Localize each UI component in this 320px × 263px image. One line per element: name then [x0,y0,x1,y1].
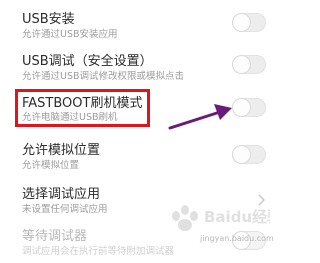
setting-subtitle: 允许模拟位置 [22,160,80,171]
annotation-highlight-box [15,89,150,127]
setting-row-usb-install[interactable]: USB安装 允许通过USB安装应用 [0,5,281,45]
usb-debug-security-toggle[interactable] [232,55,266,74]
toggle-knob [233,14,250,31]
setting-subtitle: 调试应用会在执行前等待附加调试器 [22,246,175,257]
setting-title: 等待调试器 [22,229,88,244]
watermark-url: jingyan.baidu.com [200,234,274,243]
toggle-knob [233,146,250,163]
setting-title: 选择调试应用 [22,187,101,202]
setting-subtitle: 允许通过USB安装应用 [22,29,118,40]
setting-subtitle: 未设置任何调试应用 [22,204,108,215]
pointer-arrow-icon [168,104,232,130]
setting-title: USB调试（安全设置） [22,54,153,69]
setting-row-mock-location[interactable]: 允许模拟位置 允许模拟位置 [0,137,281,177]
setting-title: 允许模拟位置 [22,143,101,158]
setting-subtitle: 允许通过USB调试修改权限或模拟点击 [22,71,185,82]
usb-install-toggle[interactable] [232,13,266,32]
mock-location-toggle[interactable] [232,145,266,164]
setting-row-usb-debug-security[interactable]: USB调试（安全设置） 允许通过USB调试修改权限或模拟点击 [0,47,281,87]
watermark-brand: Baidu经验 [204,208,270,226]
setting-title: USB安装 [22,12,75,27]
toggle-knob [233,56,250,73]
